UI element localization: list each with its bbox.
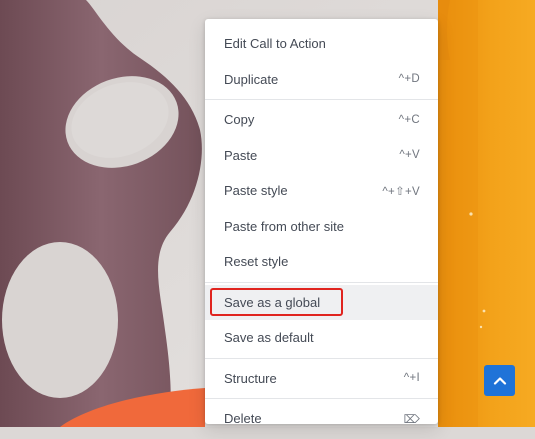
menu-group: Save as a global Save as default (205, 283, 438, 359)
menu-item-label: Edit Call to Action (224, 36, 326, 52)
delete-key-icon: ⌦ (403, 413, 420, 426)
menu-item-shortcut: ^+D (398, 73, 420, 86)
menu-item-paste-from-other-site[interactable]: Paste from other site (205, 209, 438, 245)
menu-item-label: Duplicate (224, 71, 279, 87)
menu-item-edit-call-to-action[interactable]: Edit Call to Action (205, 26, 438, 62)
menu-group: Structure ^+I (205, 359, 438, 399)
menu-item-delete[interactable]: Delete ⌦ (205, 401, 438, 437)
context-menu: Edit Call to Action Duplicate ^+D Copy ^+C Pa… (205, 19, 438, 426)
menu-item-save-as-a-global[interactable]: Save as a global (205, 284, 438, 320)
menu-item-copy[interactable]: Copy ^+C (205, 102, 438, 138)
menu-item-label: Save as default (224, 330, 314, 346)
menu-item-reset-style[interactable]: Reset style (205, 244, 438, 280)
menu-item-shortcut: ^+V (399, 149, 420, 162)
menu-item-label: Paste (224, 147, 258, 163)
menu-item-duplicate[interactable]: Duplicate ^+D (205, 62, 438, 98)
menu-item-label: Reset style (224, 254, 289, 270)
menu-item-shortcut: ^+I (403, 372, 420, 385)
menu-item-paste-style[interactable]: Paste style ^+⇧+V (205, 173, 438, 209)
menu-group: Copy ^+C Paste ^+V Paste style ^+⇧+V Paste fro… (205, 100, 438, 283)
menu-item-shortcut: ^+⇧+V (382, 185, 420, 198)
chevron-up-icon (493, 376, 506, 385)
menu-item-label: Save as a global (224, 294, 321, 310)
menu-item-structure[interactable]: Structure ^+I (205, 361, 438, 397)
menu-group: Delete ⌦ (205, 399, 438, 439)
menu-group: Edit Call to Action Duplicate ^+D (205, 24, 438, 100)
scroll-to-top-button[interactable] (484, 365, 515, 396)
menu-item-label: Copy (224, 112, 255, 128)
menu-item-save-as-default[interactable]: Save as default (205, 320, 438, 356)
menu-item-shortcut: ^+C (398, 113, 420, 126)
menu-item-label: Paste from other site (224, 218, 344, 234)
menu-item-label: Paste style (224, 183, 288, 199)
menu-item-label: Structure (224, 370, 277, 386)
menu-item-label: Delete (224, 411, 262, 427)
menu-item-paste[interactable]: Paste ^+V (205, 138, 438, 174)
